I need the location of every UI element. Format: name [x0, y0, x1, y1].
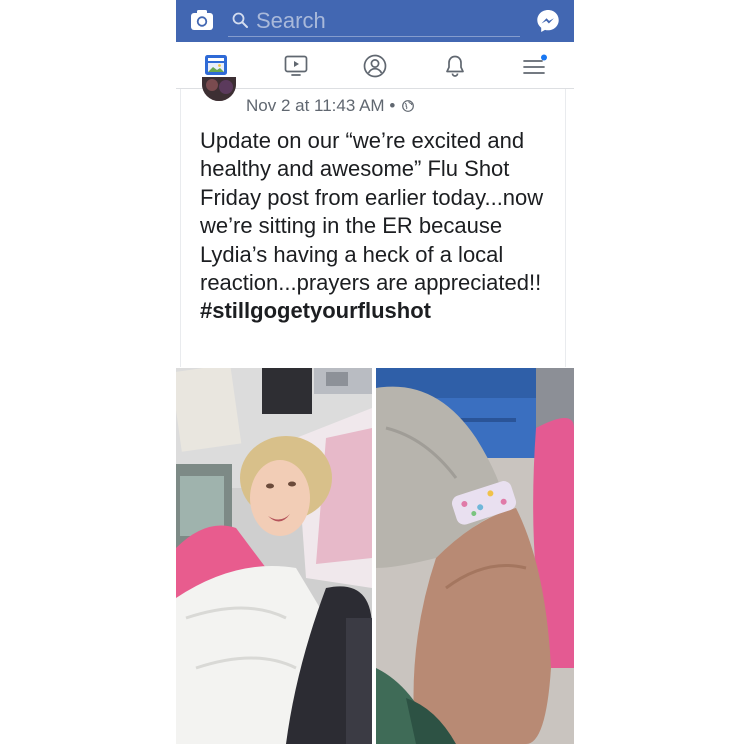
- bell-icon: [446, 55, 464, 77]
- facebook-app-screen: Nov 2 at 11:43 AM • Update on our “we’re…: [176, 0, 574, 750]
- tab-watch[interactable]: [264, 42, 328, 88]
- messenger-icon[interactable]: [535, 8, 561, 34]
- globe-icon: [402, 100, 414, 112]
- photo-arm-with-bandage[interactable]: [376, 368, 574, 744]
- post-meta: Nov 2 at 11:43 AM •: [246, 96, 414, 116]
- feed-post: Nov 2 at 11:43 AM • Update on our “we’re…: [176, 77, 574, 369]
- tab-profile[interactable]: [343, 42, 407, 88]
- profile-icon: [363, 54, 387, 78]
- tab-menu[interactable]: [502, 42, 566, 88]
- menu-icon: [523, 54, 547, 74]
- search-input[interactable]: [254, 6, 518, 36]
- photo-girl-in-hospital-bed[interactable]: [176, 368, 372, 744]
- post-body: Update on our “we’re excited and healthy…: [200, 127, 556, 326]
- news-feed-icon: [205, 55, 227, 75]
- video-icon: [284, 55, 308, 76]
- post-timestamp[interactable]: Nov 2 at 11:43 AM: [246, 96, 385, 115]
- post-body-text: Update on our “we’re excited and healthy…: [200, 128, 544, 296]
- camera-icon[interactable]: [190, 9, 214, 31]
- notification-dot: [541, 54, 547, 61]
- meta-separator: •: [389, 96, 396, 115]
- tab-notifications[interactable]: [423, 42, 487, 88]
- search-bar[interactable]: [228, 4, 520, 37]
- post-photos: [176, 368, 574, 744]
- search-icon: [232, 12, 248, 28]
- post-hashtag[interactable]: #stillgogetyourflushot: [200, 297, 556, 325]
- top-bar: [176, 0, 574, 42]
